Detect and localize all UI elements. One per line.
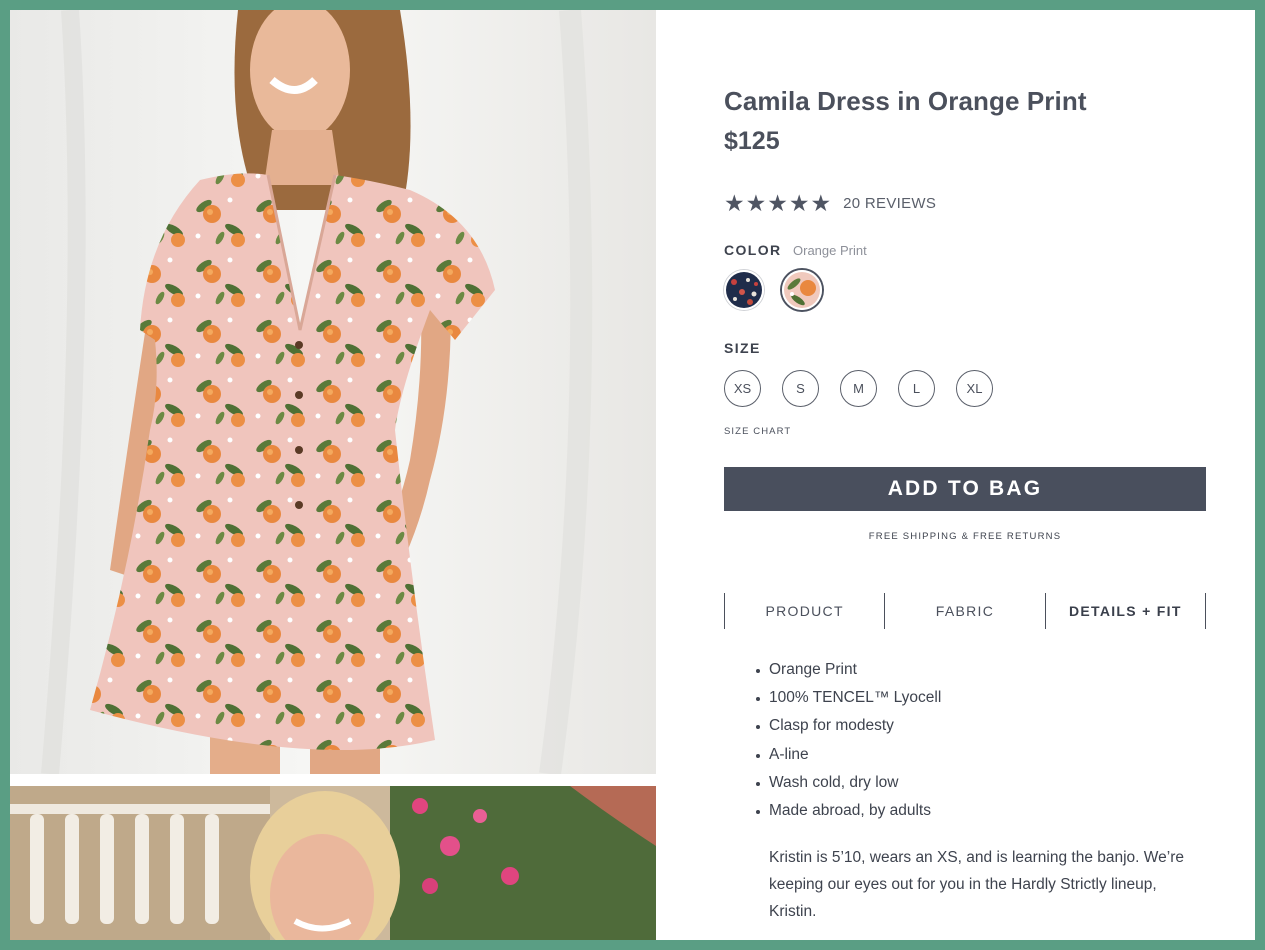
- star-icon: ★: [810, 190, 832, 216]
- list-item: Orange Print: [754, 660, 941, 688]
- star-icon: ★: [788, 190, 810, 216]
- model-in-dress-image: [10, 10, 656, 774]
- list-item: 100% TENCEL™ Lyocell: [754, 688, 941, 716]
- orange-print-swatch-image: [784, 272, 820, 308]
- tab-product[interactable]: PRODUCT: [724, 593, 884, 629]
- swatch-orange-print[interactable]: [782, 270, 822, 310]
- star-icon: ★: [767, 190, 788, 216]
- swatch-navy-floral[interactable]: [724, 270, 764, 310]
- product-rating[interactable]: ★ ★ ★ ★ ★ 20 REVIEWS: [724, 192, 936, 215]
- product-info-panel: Camila Dress in Orange Print $125 ★ ★ ★ …: [724, 10, 1206, 940]
- tab-details-fit[interactable]: DETAILS + FIT: [1044, 593, 1206, 629]
- size-option-l[interactable]: L: [898, 370, 935, 407]
- list-item: Wash cold, dry low: [754, 773, 941, 801]
- star-icon: ★: [745, 190, 767, 216]
- tab-fabric[interactable]: FABRIC: [884, 593, 1044, 629]
- reviews-link[interactable]: 20 REVIEWS: [843, 195, 936, 212]
- size-option-xs[interactable]: XS: [724, 370, 761, 407]
- size-label: SIZE: [724, 340, 761, 356]
- navy-floral-swatch-image: [726, 272, 762, 308]
- product-photo-secondary[interactable]: [10, 786, 656, 940]
- color-label: COLOR: [724, 242, 782, 258]
- size-option-m[interactable]: M: [840, 370, 877, 407]
- product-photo-main[interactable]: [10, 10, 656, 774]
- product-tabs: PRODUCT FABRIC DETAILS + FIT: [724, 593, 1206, 629]
- model-outdoors-image: [10, 786, 656, 940]
- star-icon: ★: [724, 190, 745, 216]
- star-rating: ★ ★ ★ ★ ★: [724, 192, 831, 215]
- size-chart-link[interactable]: SIZE CHART: [724, 426, 791, 437]
- model-fit-note: Kristin is 5’10, wears an XS, and is lea…: [769, 849, 1184, 920]
- details-list: Orange Print 100% TENCEL™ Lyocell Clasp …: [754, 660, 941, 829]
- product-page: Camila Dress in Orange Print $125 ★ ★ ★ …: [10, 10, 1255, 940]
- add-to-bag-button[interactable]: ADD TO BAG: [724, 467, 1206, 511]
- product-title: Camila Dress in Orange Print: [724, 86, 1087, 116]
- list-item: A-line: [754, 745, 941, 773]
- product-price: $125: [724, 127, 780, 155]
- size-option-s[interactable]: S: [782, 370, 819, 407]
- list-item: Made abroad, by adults: [754, 801, 941, 829]
- list-item: Clasp for modesty: [754, 716, 941, 744]
- shipping-note: FREE SHIPPING & FREE RETURNS: [868, 531, 1062, 542]
- size-option-xl[interactable]: XL: [956, 370, 993, 407]
- selected-color: Orange Print: [793, 243, 867, 258]
